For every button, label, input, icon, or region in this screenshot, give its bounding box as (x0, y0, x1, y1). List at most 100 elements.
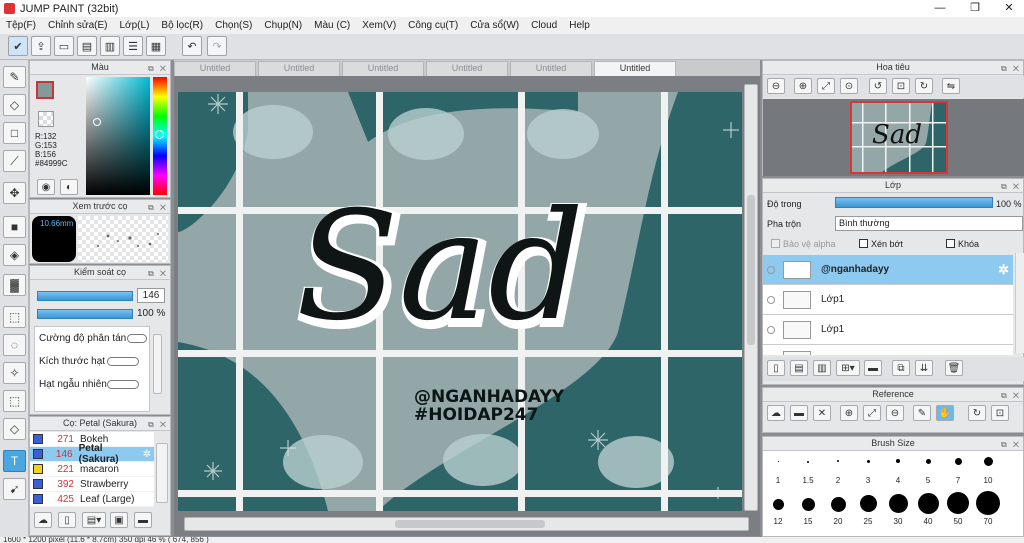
menu-file[interactable]: Tệp(F) (0, 20, 42, 31)
brush-size-option[interactable]: 15 (796, 498, 820, 526)
pen-line-tool-icon[interactable]: ⟋ (3, 150, 26, 172)
menu-select[interactable]: Chọn(S) (209, 20, 258, 31)
brush-opacity-slider[interactable] (37, 309, 133, 319)
ref-reset-icon[interactable]: ⊡ (991, 405, 1009, 421)
pen-tool-icon[interactable]: ✎ (3, 66, 26, 88)
brush-size-option[interactable]: 3 (857, 460, 879, 485)
blend-mode-select[interactable]: Bình thường (835, 216, 1023, 231)
layer-item-selected[interactable]: @nganhadayy ✲ (763, 255, 1013, 285)
saturation-value-picker[interactable] (86, 77, 150, 195)
duplicate-layer-icon[interactable]: ⧉ (892, 360, 910, 376)
layer-folder-icon[interactable]: ▬ (864, 360, 882, 376)
actual-size-icon[interactable]: ⊙ (840, 78, 858, 94)
menu-capture[interactable]: Chụp(N) (258, 20, 308, 31)
visibility-icon[interactable] (767, 325, 775, 334)
clip-checkbox[interactable] (859, 239, 868, 248)
brush-item[interactable]: 425 Leaf (Large) (30, 492, 154, 507)
brush-size-input[interactable]: 146 (137, 288, 165, 303)
brush-settings-gear-icon[interactable]: ✲ (143, 449, 151, 460)
menu-window[interactable]: Cửa sổ(W) (464, 20, 525, 31)
param-random-slider[interactable] (107, 380, 139, 389)
tab-document[interactable]: Untitled (426, 61, 508, 76)
rectangle-tool-icon[interactable]: □ (3, 122, 26, 144)
tab-document[interactable]: Untitled (174, 61, 256, 76)
horizontal-scroll-thumb[interactable] (395, 520, 545, 528)
brush-size-option[interactable]: 12 (766, 499, 790, 526)
ref-eyedropper-icon[interactable]: ✎ (913, 405, 931, 421)
select-rect-tool-icon[interactable]: ⬚ (3, 306, 26, 328)
flip-icon[interactable]: ⇋ (942, 78, 960, 94)
brush-size-option[interactable]: 2 (827, 460, 849, 485)
comment-icon[interactable]: ▭ (54, 36, 74, 56)
hand-icon[interactable]: ✋ (936, 405, 954, 421)
tab-document[interactable]: Untitled (510, 61, 592, 76)
operation-tool-icon[interactable]: ➹ (3, 478, 26, 500)
close-reference-icon[interactable]: ✕ (813, 405, 831, 421)
brush-item[interactable]: 392 Strawberry (30, 477, 154, 492)
minimize-button[interactable]: — (925, 0, 955, 17)
move-tool-icon[interactable]: ✥ (3, 182, 26, 204)
tab-document-active[interactable]: Untitled (594, 61, 676, 76)
hue-slider[interactable] (153, 77, 167, 195)
brush-item-selected[interactable]: 146 Petal (Sakura) ✲ (30, 443, 154, 465)
layer-item[interactable]: Lớp1 (763, 315, 1013, 345)
eraser-tool-icon[interactable]: ◇ (3, 94, 26, 116)
new-brush-icon[interactable]: ▯ (58, 512, 76, 528)
brush-size-option[interactable]: 30 (885, 494, 911, 526)
menu-tools[interactable]: Công cụ(T) (402, 20, 464, 31)
brush-size-option[interactable]: 50 (945, 492, 971, 526)
menu-color[interactable]: Màu (C) (308, 20, 356, 31)
menu-cloud[interactable]: Cloud (525, 20, 563, 31)
zoom-in-icon[interactable]: ⊕ (794, 78, 812, 94)
palette-icon[interactable]: ◉ (37, 179, 55, 195)
brush-size-option[interactable]: 25 (856, 495, 880, 526)
close-button[interactable]: ✕ (994, 0, 1024, 17)
ref-zoom-in-icon[interactable]: ⊕ (840, 405, 858, 421)
fit-window-icon[interactable]: ⤢ (817, 78, 835, 94)
select-pen-tool-icon[interactable]: ⬚ (3, 390, 26, 412)
eyedropper-icon[interactable]: ◐ (60, 179, 78, 195)
layer-settings-gear-icon[interactable]: ✲ (998, 262, 1009, 278)
cloud-icon[interactable]: ☁ (767, 405, 785, 421)
check-icon[interactable]: ✔ (8, 36, 28, 56)
transparent-color-swatch[interactable] (38, 111, 54, 127)
undo-icon[interactable]: ↶ (182, 36, 202, 56)
vertical-scroll-thumb[interactable] (747, 195, 755, 345)
brush-size-option[interactable]: 20 (826, 497, 850, 526)
add-layer-menu-icon[interactable]: ⊞▾ (836, 360, 860, 376)
zoom-out-icon[interactable]: ⊖ (767, 78, 785, 94)
reset-view-icon[interactable]: ⊡ (892, 78, 910, 94)
layer-opacity-slider[interactable] (835, 197, 993, 208)
tab-document[interactable]: Untitled (258, 61, 340, 76)
export-icon[interactable]: ⇪ (31, 36, 51, 56)
folder-icon[interactable]: ▬ (134, 512, 152, 528)
merge-layer-icon[interactable]: ⇊ (915, 360, 933, 376)
brush-size-option[interactable]: 1 (767, 461, 789, 485)
menu-view[interactable]: Xem(V) (356, 20, 402, 31)
lasso-tool-icon[interactable]: ◌ (3, 334, 26, 356)
brush-list-scrollbar[interactable] (156, 443, 168, 503)
brush-size-option[interactable]: 1.5 (797, 461, 819, 485)
brush-size-option[interactable]: 10 (977, 457, 999, 485)
brush-size-option[interactable]: 4 (887, 459, 909, 485)
lock-checkbox[interactable] (946, 239, 955, 248)
message-icon[interactable]: ▤ (77, 36, 97, 56)
bucket-tool-icon[interactable]: ◈ (3, 244, 26, 266)
menu-filter[interactable]: Bộ lọc(R) (155, 20, 209, 31)
brush-size-option[interactable]: 5 (917, 459, 939, 485)
redo-icon[interactable]: ↷ (207, 36, 227, 56)
menu-layer[interactable]: Lớp(L) (114, 20, 156, 31)
gradient-tool-icon[interactable]: ▓ (3, 274, 26, 296)
fill-rect-tool-icon[interactable]: ■ (3, 216, 26, 238)
text-tool-icon[interactable]: T (3, 450, 26, 472)
grid-icon[interactable]: ▦ (146, 36, 166, 56)
brush-size-option[interactable]: 7 (947, 458, 969, 485)
navigator-thumbnail[interactable]: Sad (850, 101, 948, 174)
list-icon[interactable]: ☰ (123, 36, 143, 56)
brush-param-scrollbar[interactable] (153, 334, 162, 394)
layer-item[interactable]: Lớp1 (763, 285, 1013, 315)
visibility-icon[interactable] (767, 295, 775, 304)
ref-zoom-out-icon[interactable]: ⊖ (886, 405, 904, 421)
ref-fit-icon[interactable]: ⤢ (863, 405, 881, 421)
restore-button[interactable]: ❐ (960, 0, 990, 17)
